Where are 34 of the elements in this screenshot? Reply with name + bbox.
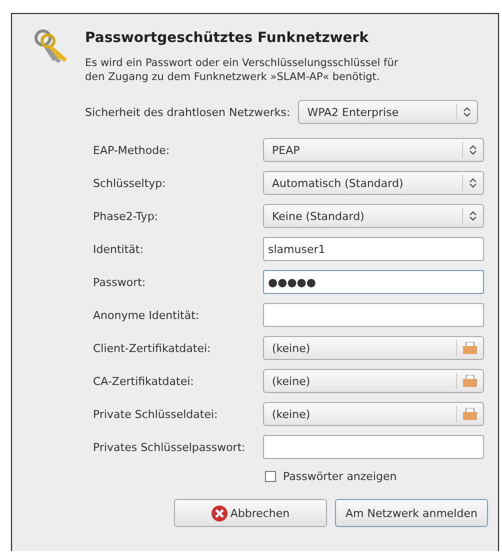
field-label: Phase2-Typ: bbox=[93, 210, 160, 222]
field-label: EAP-Methode: bbox=[93, 144, 171, 156]
file-chooser-button[interactable]: (keine) bbox=[263, 369, 484, 393]
close-icon bbox=[211, 504, 228, 522]
folder-icon bbox=[463, 375, 477, 387]
connect-button[interactable]: Am Netzwerk anmelden bbox=[335, 499, 488, 527]
up-down-arrows-icon bbox=[469, 210, 477, 222]
dialog-message: Es wird ein Passwort oder ein Verschlüsselungsschlüssel für den Zugang zu dem Funknetzwerk »SLAM-AP« benötigt. bbox=[85, 56, 400, 84]
field-label: Anonyme Identität: bbox=[93, 308, 200, 322]
security-label: Sicherheit des drahtlosen Netzwerks: bbox=[85, 106, 290, 118]
up-down-arrows-icon bbox=[469, 144, 477, 156]
dropdown[interactable]: Automatisch (Standard) bbox=[263, 171, 484, 195]
dialog-title: Passwortgeschütztes Funknetzwerk bbox=[85, 30, 370, 46]
folder-icon bbox=[463, 408, 477, 420]
field-label: Identität: bbox=[93, 242, 144, 256]
cancel-button[interactable]: Abbrechen bbox=[174, 499, 327, 527]
field-label: Schlüsseltyp: bbox=[93, 176, 167, 190]
field-label: Privates Schlüsselpasswort: bbox=[93, 440, 246, 454]
file-chooser-button[interactable]: (keine) bbox=[263, 336, 484, 360]
up-down-arrows-icon bbox=[463, 106, 472, 118]
field-label: Passwort: bbox=[93, 276, 147, 288]
file-chooser-button[interactable]: (keine) bbox=[263, 402, 484, 426]
dropdown[interactable]: Keine (Standard) bbox=[263, 204, 484, 228]
input-field[interactable]: ●●●●● bbox=[263, 270, 484, 294]
field-label: Client-Zertifikatdatei: bbox=[93, 342, 212, 354]
checkbox[interactable] bbox=[265, 471, 276, 482]
up-down-arrows-icon bbox=[469, 177, 477, 189]
field-label: CA-Zertifikatdatei: bbox=[93, 374, 195, 388]
checkbox-label[interactable]: Passwörter anzeigen bbox=[283, 470, 397, 483]
input-field[interactable]: slamuser1 bbox=[263, 237, 484, 261]
dropdown[interactable]: PEAP bbox=[263, 138, 484, 162]
folder-icon bbox=[463, 342, 477, 354]
field-label: Private Schlüsseldatei: bbox=[93, 408, 219, 420]
security-dropdown[interactable]: WPA2 Enterprise bbox=[298, 100, 478, 124]
